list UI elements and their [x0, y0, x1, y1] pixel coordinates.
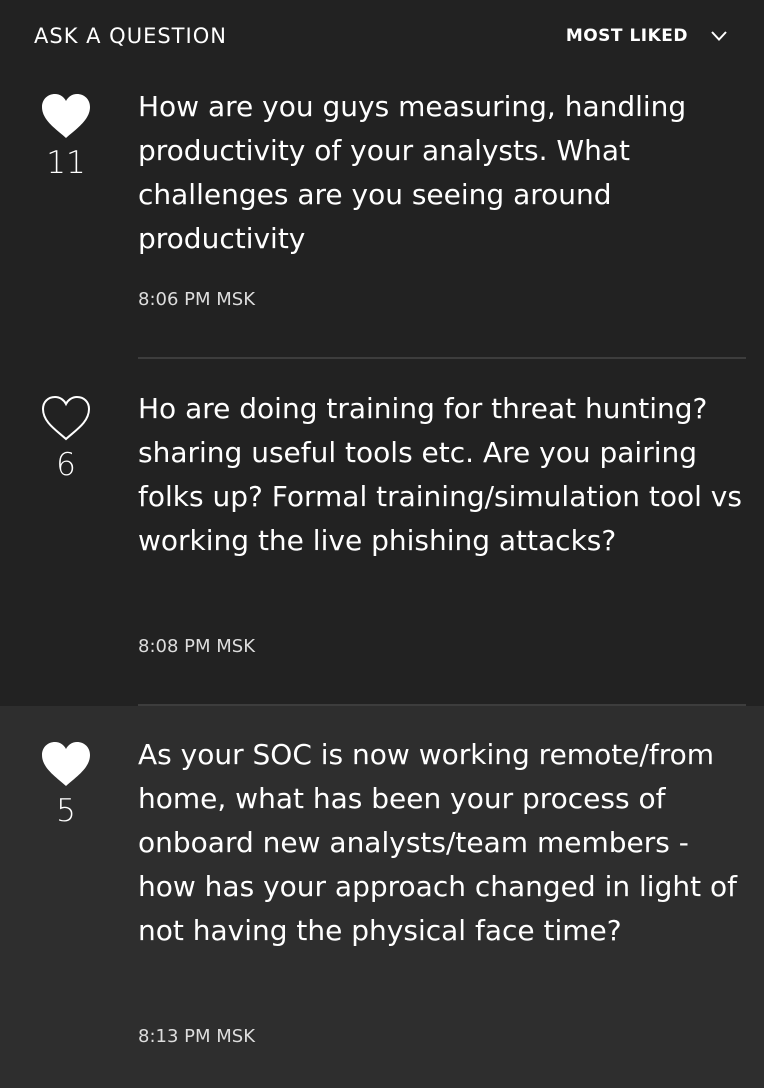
divider [138, 704, 746, 706]
chevron-down-icon [711, 31, 727, 41]
questions-header: ASK A QUESTION MOST LIKED [0, 0, 764, 78]
ask-question-button[interactable]: ASK A QUESTION [34, 24, 227, 48]
like-button[interactable]: 5 [40, 740, 92, 829]
question-item: 6 Ho are doing training for threat hunti… [0, 360, 764, 706]
heart-outline-icon [41, 395, 91, 441]
question-item: 11 How are you guys measuring, handling … [0, 78, 764, 360]
question-text: As your SOC is now working remote/from h… [138, 738, 737, 947]
question-timestamp: 8:08 PM MSK [138, 636, 256, 657]
like-count: 11 [46, 145, 86, 181]
sort-dropdown[interactable]: MOST LIKED [566, 26, 728, 46]
sort-label: MOST LIKED [565, 26, 688, 46]
like-count: 6 [56, 447, 76, 483]
divider [138, 357, 746, 359]
heart-filled-icon [42, 94, 90, 138]
question-timestamp: 8:13 PM MSK [138, 1026, 256, 1047]
like-button[interactable]: 11 [40, 92, 92, 181]
heart-filled-icon [42, 742, 90, 786]
like-count: 5 [56, 793, 76, 829]
question-timestamp: 8:06 PM MSK [138, 289, 256, 310]
question-item: 5 As your SOC is now working remote/from… [0, 704, 764, 1088]
like-button[interactable]: 6 [40, 394, 92, 483]
question-text: How are you guys measuring, handling pro… [138, 90, 687, 255]
question-text: Ho are doing training for threat hunting… [138, 392, 742, 557]
